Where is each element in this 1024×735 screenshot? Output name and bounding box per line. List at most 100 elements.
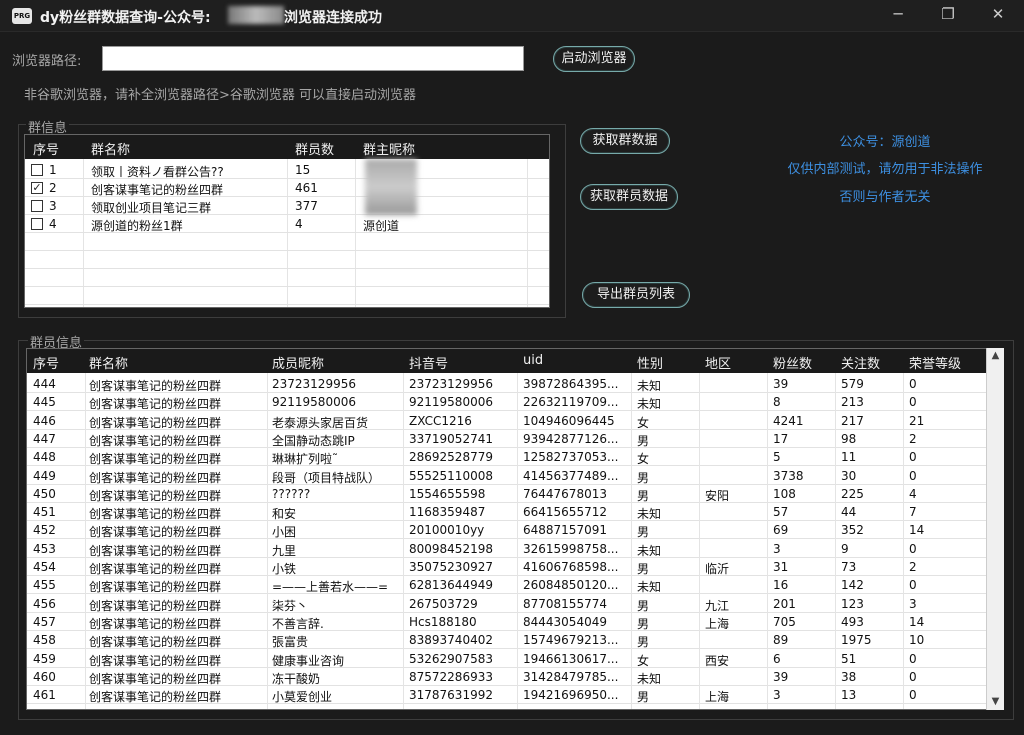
honor-level: 0 — [909, 450, 917, 465]
member-nickname: 全国静动态跳IP — [272, 433, 355, 448]
close-icon[interactable]: ✕ — [980, 4, 1016, 26]
douyin-id: 92119580006 — [409, 395, 493, 410]
column-divider — [403, 373, 404, 709]
following: 13 — [841, 688, 857, 703]
table-row[interactable]: 450 创客谋事笔记的粉丝四群?????? 1554655598 7644767801… — [27, 485, 987, 503]
col-header[interactable]: 序号 — [33, 139, 59, 158]
notice-account: 公众号：源创道 — [839, 135, 931, 150]
table-row[interactable]: 458 创客谋事笔记的粉丝四群 張富贵 83893740402 15749679213.… — [27, 631, 987, 650]
group-name: 创客谋事笔记的粉丝四群 — [89, 397, 222, 412]
douyin-id: Hcs188180 — [409, 614, 477, 629]
uid: 31428479785... — [523, 669, 619, 684]
col-header[interactable]: 性别 — [637, 353, 663, 372]
douyin-id: 20100010yy — [409, 523, 485, 538]
member-nickname: 張富贵 — [272, 635, 309, 650]
col-header[interactable]: 群名称 — [91, 139, 130, 158]
member-nickname: 小莫爱创业 — [272, 690, 333, 705]
douyin-id: 55525110008 — [409, 468, 493, 483]
table-row[interactable]: 449 创客谋事笔记的粉丝四群 段哥（项目特战队） 55525110008 414563… — [27, 467, 987, 485]
row-checkbox[interactable] — [31, 164, 43, 176]
table-row[interactable]: 4 源创道的粉丝1群 4 源创道 — [25, 215, 549, 233]
honor-level: 7 — [909, 505, 917, 520]
uid: 41456377489... — [523, 468, 619, 483]
table-row[interactable]: 1 领取丨资料ノ看群公告?? 15 — [25, 161, 549, 179]
empty-row — [25, 233, 549, 251]
col-header[interactable]: 序号 — [33, 353, 59, 372]
following: 123 — [841, 596, 864, 611]
row-number: 1 — [49, 163, 57, 177]
table-row[interactable]: 445 创客谋事笔记的粉丝四群 92119580006 92119580006 2263… — [27, 393, 987, 412]
col-header[interactable]: 地区 — [705, 353, 731, 372]
col-header[interactable]: 成员昵称 — [272, 353, 324, 372]
scroll-up-icon[interactable]: ▲ — [987, 348, 1004, 364]
table-row[interactable]: 3 领取创业项目笔记三群 377 — [25, 197, 549, 215]
group-name: 创客谋事笔记的粉丝四群 — [89, 598, 222, 613]
table-row[interactable]: 448 创客谋事笔记的粉丝四群 琳琳扩列啦˜ 28692528779 125827370… — [27, 448, 987, 467]
table-row[interactable]: 454 创客谋事笔记的粉丝四群 小铁 35075230927 41606768598..… — [27, 558, 987, 576]
group-name: 创客谋事笔记的粉丝四群 — [89, 470, 222, 485]
group-name: 创客谋事笔记的粉丝四群 — [89, 690, 222, 705]
launch-browser-button[interactable]: 启动浏览器 — [553, 46, 635, 72]
row-checkbox-checked[interactable]: ✓ — [31, 182, 43, 194]
table-row[interactable]: 446 创客谋事笔记的粉丝四群 老泰源头家居百货 ZXCC1216 1049460964… — [27, 412, 987, 430]
browser-path-input[interactable] — [102, 46, 524, 71]
douyin-id: 35075230927 — [409, 560, 493, 574]
gender: 女 — [637, 653, 650, 668]
table-row[interactable]: 460 创客谋事笔记的粉丝四群 冻干酸奶 87572286933 31428479785… — [27, 668, 987, 686]
followers: 3 — [773, 541, 781, 556]
douyin-id: 23723129956 — [409, 377, 493, 391]
col-header[interactable]: 群名称 — [89, 353, 128, 372]
get-member-data-button[interactable]: 获取群员数据 — [580, 184, 678, 210]
honor-level: 0 — [909, 578, 917, 593]
col-header[interactable]: 粉丝数 — [773, 353, 812, 372]
scroll-down-icon[interactable]: ▼ — [987, 694, 1004, 710]
gender: 未知 — [637, 379, 662, 393]
row-checkbox[interactable] — [31, 218, 43, 230]
table-row[interactable]: 455 创客谋事笔记的粉丝四群 =——上善若水——= 62813644949 26084… — [27, 576, 987, 595]
uid: 15749679213... — [523, 633, 619, 648]
table-row[interactable]: 451 创客谋事笔记的粉丝四群 和安 1168359487 66415655712 未知 5… — [27, 503, 987, 522]
minimize-icon[interactable]: ─ — [880, 4, 916, 26]
table-row[interactable]: 452 创客谋事笔记的粉丝四群 小困 20100010yy 64887157091 男 69… — [27, 521, 987, 540]
col-header[interactable]: 群员数 — [295, 139, 334, 158]
member-table-scrollbar[interactable]: ▲ ▼ — [986, 348, 1004, 710]
following: 579 — [841, 377, 864, 391]
honor-level: 0 — [909, 669, 917, 684]
row-checkbox[interactable] — [31, 200, 43, 212]
col-header[interactable]: 荣誉等级 — [909, 353, 961, 372]
table-row[interactable]: 453 创客谋事笔记的粉丝四群 九里 80098452198 32615998758..… — [27, 540, 987, 558]
following: 225 — [841, 486, 864, 501]
col-header[interactable]: 抖音号 — [409, 353, 448, 372]
table-row[interactable]: 456 创客谋事笔记的粉丝四群 柒芬丶 267503729 87708155774 男 九江… — [27, 595, 987, 613]
douyin-id: 31787631992 — [409, 688, 493, 703]
honor-level: 2 — [909, 431, 917, 446]
table-row[interactable]: 461 创客谋事笔记的粉丝四群 小莫爱创业 31787631992 1942169695… — [27, 686, 987, 705]
followers: 3 — [773, 688, 781, 703]
table-row[interactable]: 447 创客谋事笔记的粉丝四群 全国静动态跳IP 33719052741 9394287… — [27, 430, 987, 448]
export-member-list-button[interactable]: 导出群员列表 — [582, 282, 690, 308]
following: 352 — [841, 523, 864, 538]
member-nickname: =——上善若水——= — [272, 580, 389, 595]
get-group-data-button[interactable]: 获取群数据 — [580, 128, 670, 154]
following: 142 — [841, 578, 864, 593]
col-header[interactable]: uid — [523, 353, 543, 368]
honor-level: 10 — [909, 633, 925, 648]
table-row[interactable]: ✓ 2 创客谋事笔记的粉丝四群 461 — [25, 179, 549, 197]
honor-level: 4 — [909, 486, 917, 501]
following: 73 — [841, 560, 857, 574]
douyin-id: ZXCC1216 — [409, 413, 472, 428]
table-row[interactable]: 459 创客谋事笔记的粉丝四群 健康事业咨询 53262907583 194661306… — [27, 650, 987, 668]
douyin-id: 53262907583 — [409, 651, 493, 666]
group-name: 创客谋事笔记的粉丝四群 — [89, 415, 222, 430]
followers: 17 — [773, 431, 789, 446]
col-header[interactable]: 群主昵称 — [363, 139, 415, 158]
honor-level: 0 — [909, 541, 917, 556]
maximize-icon[interactable]: ❐ — [930, 4, 966, 26]
douyin-id: 1168359487 — [409, 505, 486, 520]
row-number: 4 — [49, 217, 57, 231]
table-row[interactable]: 444 创客谋事笔记的粉丝四群 23723129956 23723129956 3987… — [27, 375, 987, 393]
group-name: 创客谋事笔记的粉丝四群 — [89, 635, 222, 650]
table-row[interactable]: 457 创客谋事笔记的粉丝四群 不善言辞. Hcs188180 84443054049 男… — [27, 613, 987, 631]
col-header[interactable]: 关注数 — [841, 353, 880, 372]
group-name: 创客谋事笔记的粉丝四群 — [89, 525, 222, 540]
